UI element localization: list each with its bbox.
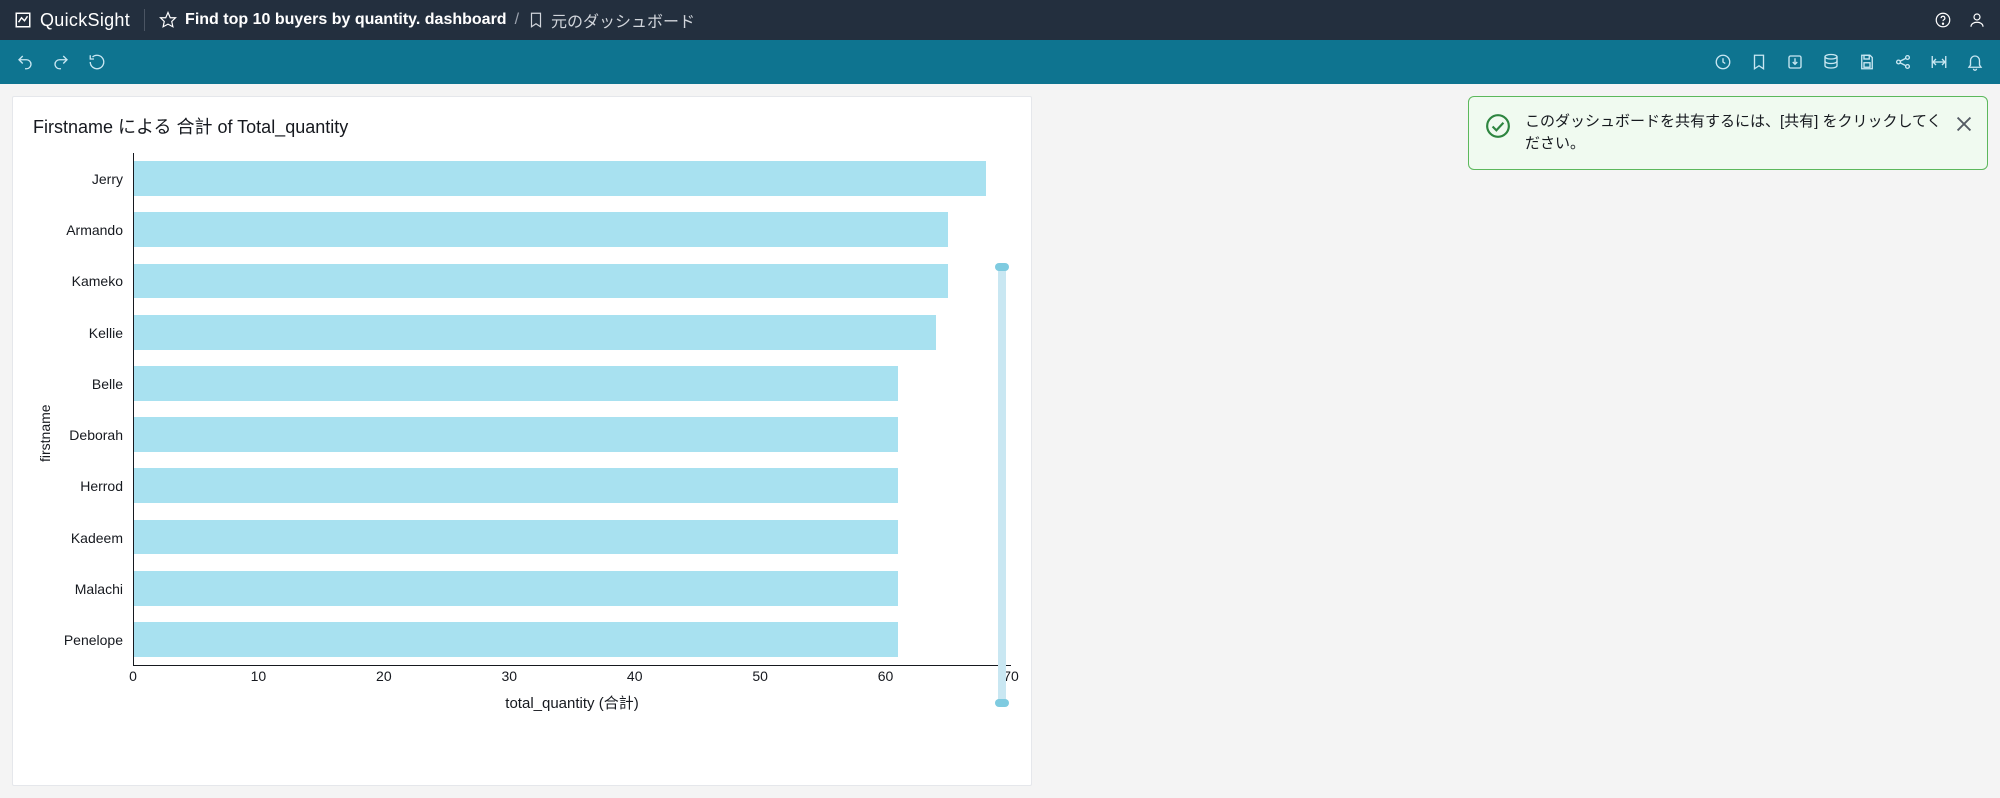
notification-success: このダッシュボードを共有するには、[共有] をクリックしてください。	[1468, 96, 1988, 170]
database-icon[interactable]	[1822, 53, 1840, 71]
chart-title: Firstname による 合計 of Total_quantity	[33, 113, 1011, 139]
category-label: Malachi	[53, 563, 133, 614]
category-label: Deborah	[53, 409, 133, 460]
export-icon[interactable]	[1786, 53, 1804, 71]
x-ticks: 010203040506070	[133, 666, 1011, 688]
breadcrumb-title[interactable]: Find top 10 buyers by quantity. dashboar…	[185, 11, 507, 29]
x-tick: 50	[752, 668, 768, 684]
mini-scrollbar-cap-top[interactable]	[995, 263, 1009, 271]
divider	[144, 9, 145, 31]
breadcrumb-origin[interactable]: 元のダッシュボード	[527, 8, 695, 32]
bar-row	[134, 366, 898, 401]
user-icon[interactable]	[1968, 11, 1986, 29]
dashboard-toolbar	[0, 40, 2000, 84]
bar-row	[134, 571, 898, 606]
x-tick: 10	[251, 668, 267, 684]
category-label: Belle	[53, 358, 133, 409]
header-right	[1934, 11, 1986, 29]
breadcrumb: Find top 10 buyers by quantity. dashboar…	[159, 8, 695, 32]
reset-icon[interactable]	[88, 53, 106, 71]
undo-icon[interactable]	[16, 53, 34, 71]
x-tick: 60	[878, 668, 894, 684]
quicksight-logo-icon	[14, 11, 32, 29]
x-tick: 0	[129, 668, 137, 684]
star-icon[interactable]	[159, 11, 177, 29]
bar[interactable]	[134, 571, 898, 606]
category-label: Herrod	[53, 461, 133, 512]
app-logo[interactable]: QuickSight	[14, 10, 130, 31]
bar[interactable]	[134, 315, 936, 350]
app-name: QuickSight	[40, 10, 130, 31]
bookmark-outline-icon	[527, 11, 545, 29]
y-axis-label: firstname	[33, 153, 53, 713]
success-check-icon	[1485, 113, 1511, 139]
history-icon[interactable]	[1714, 53, 1732, 71]
bar-row	[134, 622, 898, 657]
bookmark-icon[interactable]	[1750, 53, 1768, 71]
x-tick: 30	[501, 668, 517, 684]
bar[interactable]	[134, 264, 948, 299]
breadcrumb-origin-label: 元のダッシュボード	[551, 8, 695, 32]
chart-plot: JerryArmandoKamekoKellieBelleDeborahHerr…	[53, 153, 1011, 666]
axis-canvas	[133, 153, 1011, 666]
bar[interactable]	[134, 520, 898, 555]
x-tick: 20	[376, 668, 392, 684]
help-icon[interactable]	[1934, 11, 1952, 29]
bar-row	[134, 212, 948, 247]
toolbar-left	[16, 53, 106, 71]
bar-row	[134, 315, 936, 350]
category-label: Jerry	[53, 153, 133, 204]
fit-width-icon[interactable]	[1930, 53, 1948, 71]
bars-zone: JerryArmandoKamekoKellieBelleDeborahHerr…	[53, 153, 1011, 713]
x-tick: 40	[627, 668, 643, 684]
bar[interactable]	[134, 366, 898, 401]
bar[interactable]	[134, 161, 986, 196]
toolbar-right	[1714, 53, 1984, 71]
x-axis-label: total_quantity (合計)	[133, 692, 1011, 713]
redo-icon[interactable]	[52, 53, 70, 71]
bar[interactable]	[134, 417, 898, 452]
bar-row	[134, 468, 898, 503]
bell-icon[interactable]	[1966, 53, 1984, 71]
notification-message: このダッシュボードを共有するには、[共有] をクリックしてください。	[1525, 113, 1942, 152]
main-area: Firstname による 合計 of Total_quantity first…	[0, 84, 2000, 798]
bar-row	[134, 417, 898, 452]
share-icon[interactable]	[1894, 53, 1912, 71]
bar-row	[134, 161, 986, 196]
bar[interactable]	[134, 212, 948, 247]
category-label: Armando	[53, 204, 133, 255]
mini-scrollbar-track	[998, 267, 1006, 703]
notification-area: このダッシュボードを共有するには、[共有] をクリックしてください。	[1468, 96, 1988, 170]
mini-scrollbar-cap-bottom[interactable]	[995, 699, 1009, 707]
mini-scrollbar[interactable]	[995, 267, 1009, 703]
bar[interactable]	[134, 622, 898, 657]
save-icon[interactable]	[1858, 53, 1876, 71]
breadcrumb-separator: /	[515, 11, 519, 29]
category-label: Kameko	[53, 256, 133, 307]
bar-row	[134, 520, 898, 555]
bar-row	[134, 264, 948, 299]
category-label: Kellie	[53, 307, 133, 358]
category-labels: JerryArmandoKamekoKellieBelleDeborahHerr…	[53, 153, 133, 666]
visual-card[interactable]: Firstname による 合計 of Total_quantity first…	[12, 96, 1032, 786]
bar[interactable]	[134, 468, 898, 503]
close-icon[interactable]	[1953, 113, 1975, 135]
category-label: Kadeem	[53, 512, 133, 563]
category-label: Penelope	[53, 615, 133, 666]
app-header: QuickSight Find top 10 buyers by quantit…	[0, 0, 2000, 40]
chart-body: firstname JerryArmandoKamekoKellieBelleD…	[33, 153, 1011, 713]
